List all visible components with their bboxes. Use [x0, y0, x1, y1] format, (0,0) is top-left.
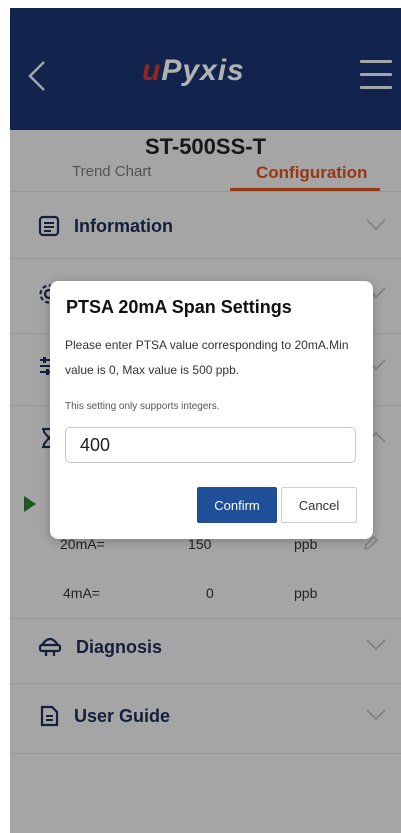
- confirm-button[interactable]: Confirm: [197, 487, 277, 523]
- dialog-note: This setting only supports integers.: [65, 401, 220, 412]
- dialog-title: PTSA 20mA Span Settings: [66, 297, 292, 317]
- span-value-input[interactable]: [65, 427, 356, 463]
- dialog-description: Please enter PTSA value corresponding to…: [65, 338, 349, 377]
- cancel-button[interactable]: Cancel: [281, 487, 357, 523]
- span-settings-dialog: PTSA 20mA Span Settings Please enter PTS…: [50, 281, 373, 539]
- app-screen: uPyxis ST-500SS-T Trend Chart Configurat…: [10, 8, 401, 833]
